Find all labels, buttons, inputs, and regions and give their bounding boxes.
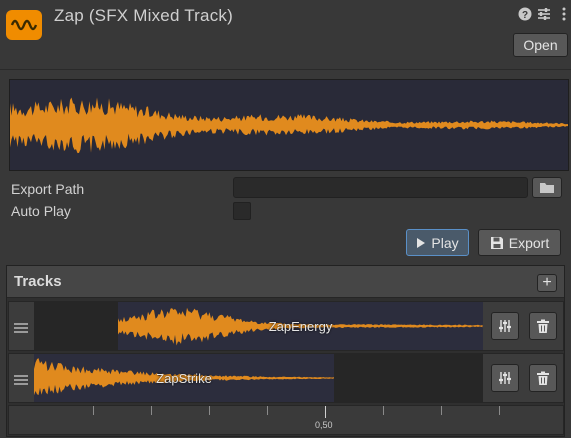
window-title: Zap (SFX Mixed Track): [54, 6, 233, 25]
svg-text:?: ?: [522, 10, 528, 21]
kebab-menu-icon[interactable]: [556, 6, 571, 22]
ruler-tick: [209, 406, 210, 415]
preview-waveform: [10, 97, 568, 154]
clip-label: ZapEnergy: [268, 319, 333, 334]
waveform-preview: [9, 79, 569, 171]
tracks-title: Tracks: [14, 273, 62, 290]
export-path-label: Export Path: [11, 181, 85, 197]
sliders-icon: [498, 319, 512, 333]
ruler-tick: [383, 406, 384, 415]
add-track-button[interactable]: +: [537, 274, 557, 292]
drag-handle-icon[interactable]: [14, 375, 28, 385]
browse-folder-button[interactable]: [532, 177, 562, 198]
header-divider: [0, 69, 571, 70]
play-label: Play: [431, 234, 459, 251]
ruler-tick: [93, 406, 94, 415]
trash-icon: [536, 319, 550, 334]
auto-play-checkbox[interactable]: [233, 202, 251, 220]
track-settings-button[interactable]: [491, 364, 519, 392]
track-clip-zapenergy[interactable]: ZapEnergy: [118, 302, 483, 350]
sliders-icon: [498, 371, 512, 385]
ruler-tick: [499, 406, 500, 415]
waveform-icon: [6, 10, 42, 40]
save-icon: [490, 236, 504, 250]
clip-label: ZapStrike: [156, 371, 212, 386]
track-settings-button[interactable]: [491, 312, 519, 340]
delete-track-button[interactable]: [529, 312, 557, 340]
help-icon[interactable]: ?: [517, 6, 533, 22]
trash-icon: [536, 371, 550, 386]
tracks-header: [7, 266, 564, 298]
open-button[interactable]: Open: [513, 33, 568, 57]
waveform-shape: [10, 97, 568, 154]
timeline-ruler[interactable]: 0,50: [8, 405, 564, 435]
drag-handle-icon[interactable]: [14, 323, 28, 333]
track-clip-zapstrike[interactable]: ZapStrike: [34, 354, 334, 402]
ruler-tick: [267, 406, 268, 415]
ruler-tick: [441, 406, 442, 415]
ruler-label: 0,50: [315, 420, 333, 430]
delete-track-button[interactable]: [529, 364, 557, 392]
export-path-field[interactable]: [233, 177, 528, 198]
export-button[interactable]: Export: [478, 229, 561, 256]
sliders-icon[interactable]: [536, 6, 552, 22]
auto-play-label: Auto Play: [11, 203, 71, 219]
ruler-tick: [151, 406, 152, 415]
folder-icon: [539, 182, 555, 194]
ruler-tick-major: [325, 406, 326, 418]
export-label: Export: [508, 234, 550, 251]
play-icon: [416, 237, 426, 249]
play-button[interactable]: Play: [406, 229, 469, 256]
